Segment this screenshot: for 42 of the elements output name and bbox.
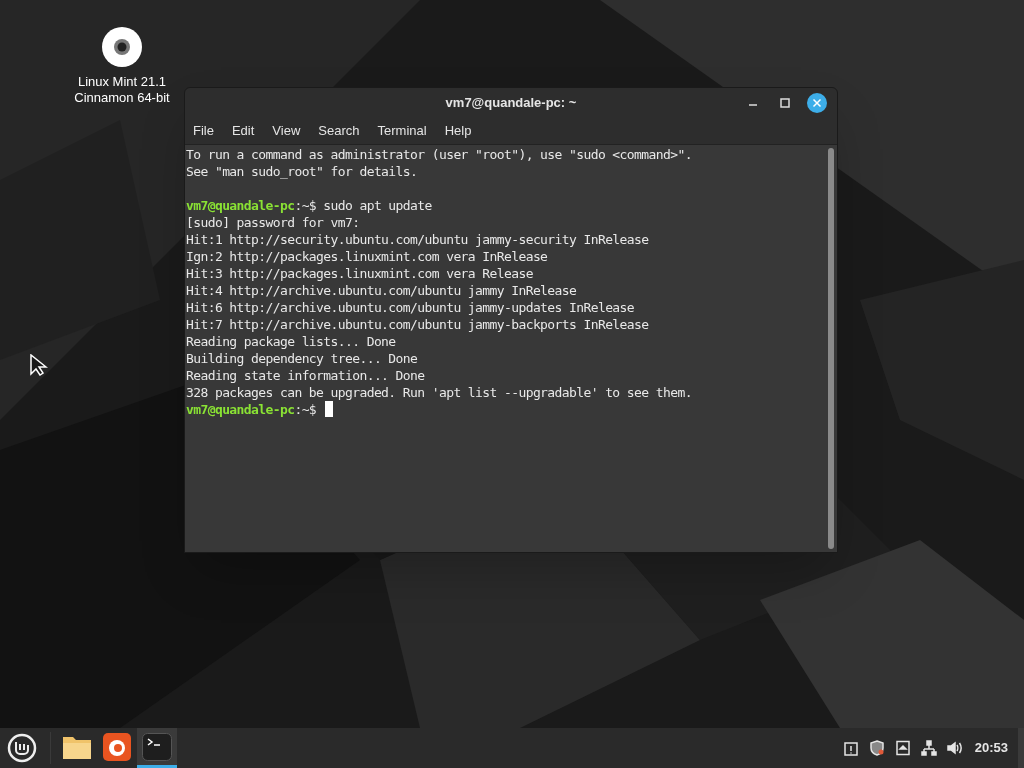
terminal-output: Ign:2 http://packages.linuxmint.com vera InRelease [186, 248, 548, 265]
shield-icon[interactable] [868, 740, 885, 756]
prompt-user: vm7@quandale-pc [186, 197, 295, 214]
taskbar-app[interactable] [137, 728, 177, 768]
window-title: vm7@quandale-pc: ~ [445, 93, 577, 112]
terminal-output: Building dependency tree... Done [186, 350, 418, 367]
prompt-path: :~$ [294, 401, 317, 418]
terminal-icon [142, 732, 172, 761]
clock[interactable]: 20:53 [974, 738, 1008, 758]
prompt-path: :~$ [294, 197, 317, 214]
terminal-output: Hit:4 http://archive.ubuntu.com/ubuntu jammy InRelease [186, 282, 577, 299]
network-icon[interactable] [920, 740, 937, 756]
menu-item[interactable]: View [266, 120, 307, 141]
clipboard-icon[interactable] [842, 740, 859, 756]
terminal-output: Hit:6 http://archive.ubuntu.com/ubuntu jammy-updates InRelease [186, 299, 635, 316]
mouse-pointer-icon [30, 354, 48, 376]
menu-item[interactable]: Help [438, 120, 478, 141]
menu-item[interactable]: Edit [225, 120, 261, 141]
terminal-output: [sudo] password for vm7: [186, 214, 360, 231]
menu-item[interactable]: Search [312, 120, 366, 141]
close-button[interactable] [807, 93, 827, 113]
close-icon [812, 98, 822, 108]
eject-icon[interactable] [894, 740, 911, 756]
terminal-output: Hit:3 http://packages.linuxmint.com vera Release [186, 265, 533, 282]
terminal-output: To run a command as administrator (user "root"), use "sudo <command>". [186, 146, 692, 163]
prompt-user: vm7@quandale-pc [186, 401, 295, 418]
maximize-icon [780, 98, 790, 108]
terminal-output: See "man sudo_root" for details. [186, 163, 418, 180]
desktop-icon-label[interactable]: Linux Mint 21.1 Cinnamon 64-bit [74, 74, 170, 106]
terminal-output: 328 packages can be upgraded. Run 'apt list --upgradable' to see them. [186, 384, 692, 401]
menu-item[interactable]: Terminal [371, 120, 433, 141]
menu-item[interactable]: File [187, 120, 220, 141]
volume-icon[interactable] [946, 740, 963, 756]
browser-icon [103, 732, 131, 761]
mint-logo-icon [7, 733, 37, 763]
disc-icon[interactable] [101, 26, 143, 68]
command-text: sudo apt update [322, 197, 432, 214]
terminal-output: Reading package lists... Done [186, 333, 396, 350]
terminal-output: Hit:1 http://security.ubuntu.com/ubuntu jammy-security InRelease [186, 231, 649, 248]
terminal-output: Hit:7 http://archive.ubuntu.com/ubuntu jammy-backports InRelease [186, 316, 649, 333]
scrollbar[interactable] [828, 148, 834, 549]
terminal-output: Reading state information... Done [186, 367, 425, 384]
